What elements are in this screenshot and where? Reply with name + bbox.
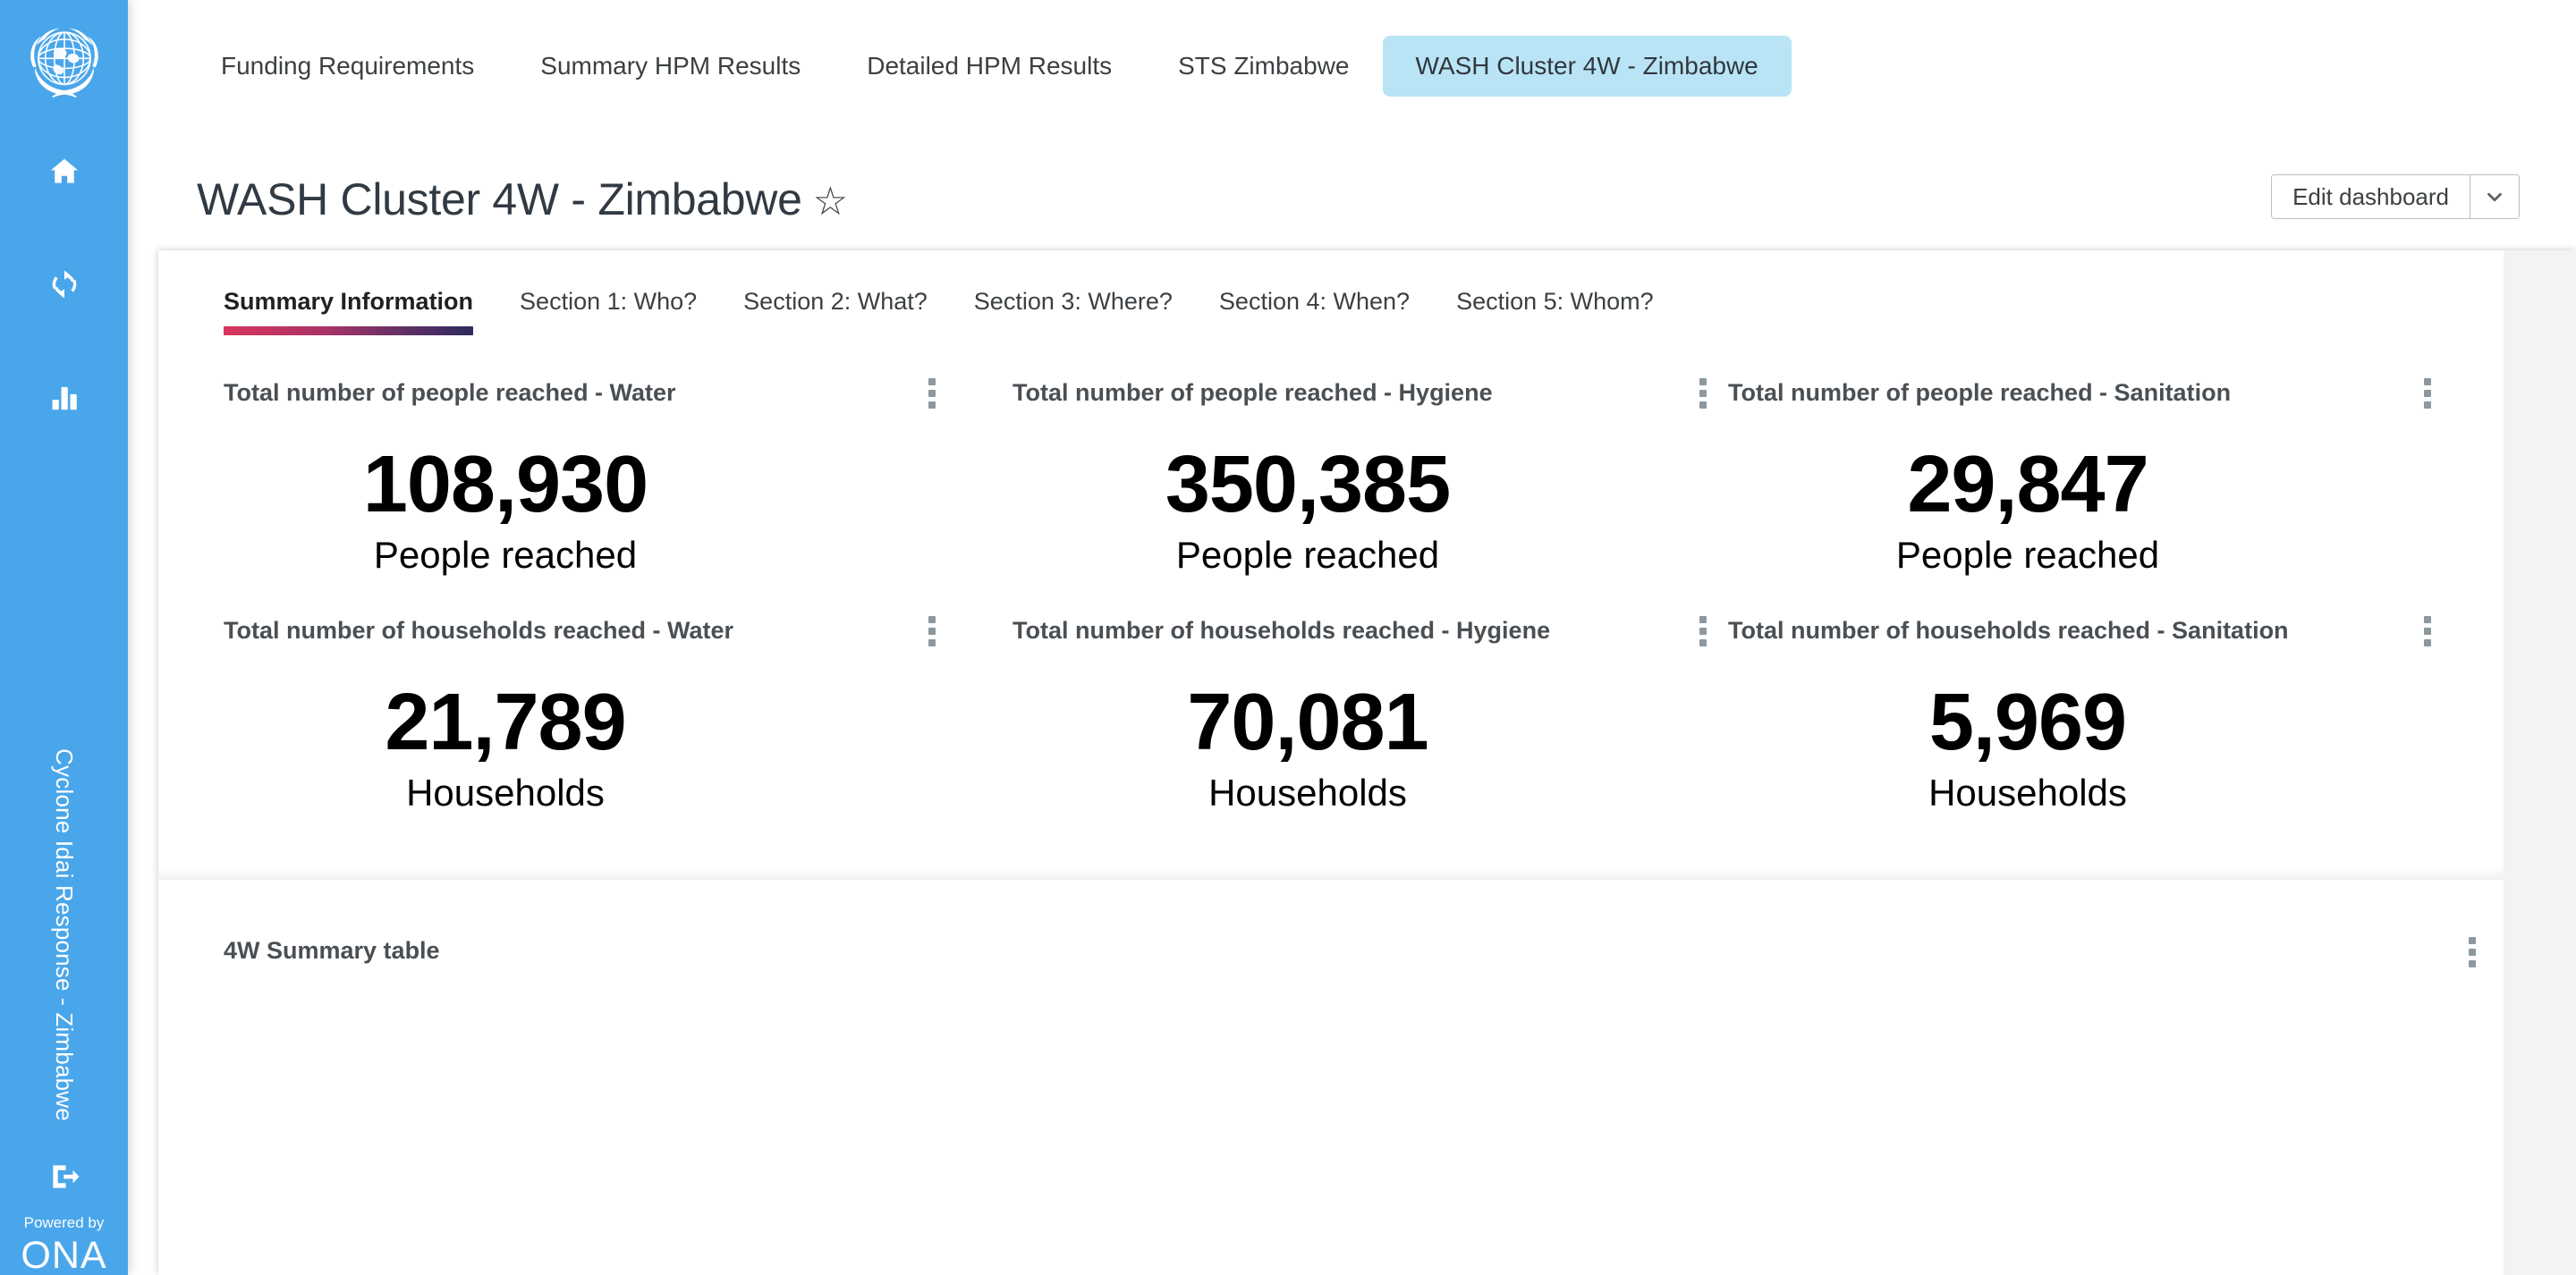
- edit-dashboard-dropdown-button[interactable]: [2470, 175, 2519, 218]
- kpi-card-body: 350,385 People reached: [1013, 443, 1719, 578]
- star-outline-icon[interactable]: ☆: [813, 179, 848, 224]
- kpi-value: 70,081: [1187, 678, 1428, 767]
- section-tab-section-5-whom[interactable]: Section 5: Whom?: [1433, 288, 1677, 335]
- kpi-label: People reached: [373, 533, 638, 576]
- kpi-value: 108,930: [362, 440, 648, 529]
- kpi-card-title: Total number of people reached - Hygiene: [1013, 379, 1493, 406]
- right-gutter: [2504, 250, 2576, 1275]
- kpi-card-households-water: Total number of households reached - Wat…: [224, 611, 936, 849]
- un-logo: [30, 28, 98, 97]
- section-tab-section-4-when[interactable]: Section 4: When?: [1196, 288, 1433, 335]
- kpi-card-households-hygiene: Total number of households reached - Hyg…: [1013, 611, 1719, 849]
- more-vertical-icon[interactable]: [1699, 378, 1707, 409]
- more-vertical-icon[interactable]: [2468, 937, 2477, 967]
- kpi-label: Households: [1928, 771, 2127, 814]
- kpi-card-title: Total number of people reached - Water: [224, 379, 676, 406]
- top-tab-sts-zimbabwe[interactable]: STS Zimbabwe: [1145, 36, 1382, 97]
- top-tab-wash-cluster-4w-zimbabwe[interactable]: WASH Cluster 4W - Zimbabwe: [1382, 36, 1792, 97]
- section-tab-section-2-what[interactable]: Section 2: What?: [720, 288, 951, 335]
- sidebar-item-home[interactable]: [0, 147, 128, 197]
- page-title-text: WASH Cluster 4W - Zimbabwe: [197, 174, 802, 224]
- kpi-label: Households: [406, 771, 605, 814]
- kpi-card-body: 108,930 People reached: [224, 443, 930, 578]
- kpi-card-body: 29,847 People reached: [1728, 443, 2444, 578]
- page-title: WASH Cluster 4W - Zimbabwe ☆: [197, 173, 848, 225]
- kpi-value: 21,789: [385, 678, 626, 767]
- home-icon: [50, 158, 78, 183]
- top-navigation-bar: Funding Requirements Summary HPM Results…: [128, 0, 2576, 143]
- edit-dashboard-button[interactable]: Edit dashboard: [2272, 175, 2470, 218]
- kpi-card-people-sanitation: Total number of people reached - Sanitat…: [1728, 373, 2444, 611]
- top-tabs: Funding Requirements Summary HPM Results…: [188, 36, 1792, 97]
- bar-chart-icon: [52, 386, 77, 410]
- kpi-card-households-sanitation: Total number of households reached - San…: [1728, 611, 2444, 849]
- top-tab-funding-requirements[interactable]: Funding Requirements: [188, 36, 507, 97]
- kpi-card-people-water: Total number of people reached - Water 1…: [224, 373, 936, 611]
- section-tab-section-1-who[interactable]: Section 1: Who?: [496, 288, 720, 335]
- edit-dashboard-group: Edit dashboard: [2271, 174, 2520, 219]
- more-vertical-icon[interactable]: [2423, 616, 2432, 646]
- kpi-card-title: Total number of people reached - Sanitat…: [1728, 379, 2232, 406]
- logout-icon: [52, 1165, 79, 1188]
- section-tab-summary-information[interactable]: Summary Information: [224, 288, 496, 335]
- kpi-card-title: Total number of households reached - San…: [1728, 617, 2289, 644]
- kpi-value: 350,385: [1165, 440, 1451, 529]
- kpi-card-body: 70,081 Households: [1013, 680, 1719, 815]
- more-vertical-icon[interactable]: [928, 378, 936, 409]
- kpi-label: People reached: [1895, 533, 2160, 576]
- sidebar: Cyclone Idai Response - Zimbabwe Powered…: [0, 0, 128, 1275]
- kpi-value: 5,969: [1928, 678, 2127, 767]
- kpi-value: 29,847: [1907, 440, 2148, 529]
- kpi-row-people-reached: Total number of people reached - Water 1…: [158, 373, 2504, 611]
- summary-table-title: 4W Summary table: [224, 937, 440, 964]
- kpi-card-title: Total number of households reached - Hyg…: [1013, 617, 1551, 644]
- top-tab-summary-hpm-results[interactable]: Summary HPM Results: [507, 36, 834, 97]
- dashboard-header: WASH Cluster 4W - Zimbabwe ☆ Edit dashboa…: [128, 143, 2576, 250]
- more-vertical-icon[interactable]: [2423, 378, 2432, 409]
- kpi-card-people-hygiene: Total number of people reached - Hygiene…: [1013, 373, 1719, 611]
- section-tab-section-3-where[interactable]: Section 3: Where?: [951, 288, 1196, 335]
- chevron-down-icon: [2487, 192, 2502, 202]
- more-vertical-icon[interactable]: [1699, 616, 1707, 646]
- kpi-label: Households: [1208, 771, 1407, 814]
- top-tab-detailed-hpm-results[interactable]: Detailed HPM Results: [834, 36, 1145, 97]
- sidebar-project-name-label: Cyclone Idai Response - Zimbabwe: [51, 747, 79, 1121]
- kpi-row-households-reached: Total number of households reached - Wat…: [158, 611, 2504, 849]
- sidebar-item-charts[interactable]: [0, 372, 128, 422]
- dashboard-page: Cyclone Idai Response - Zimbabwe Powered…: [0, 0, 2576, 1275]
- section-divider: [158, 867, 2576, 880]
- kpi-label: People reached: [1175, 533, 1440, 576]
- sidebar-project-name: Cyclone Idai Response - Zimbabwe: [0, 697, 128, 1171]
- sync-icon: [52, 270, 76, 299]
- more-vertical-icon[interactable]: [928, 616, 936, 646]
- kpi-card-body: 21,789 Households: [224, 680, 930, 815]
- section-tabs: Summary Information Section 1: Who? Sect…: [224, 288, 1677, 335]
- sidebar-item-logout[interactable]: [0, 1152, 128, 1202]
- dashboard-content-panel: Summary Information Section 1: Who? Sect…: [158, 250, 2576, 1275]
- ona-logo: ONA: [21, 1234, 107, 1275]
- kpi-card-title: Total number of households reached - Wat…: [224, 617, 734, 644]
- kpi-card-body: 5,969 Households: [1728, 680, 2444, 815]
- sidebar-item-sync[interactable]: [0, 259, 128, 309]
- powered-by-label: Powered by: [23, 1214, 105, 1231]
